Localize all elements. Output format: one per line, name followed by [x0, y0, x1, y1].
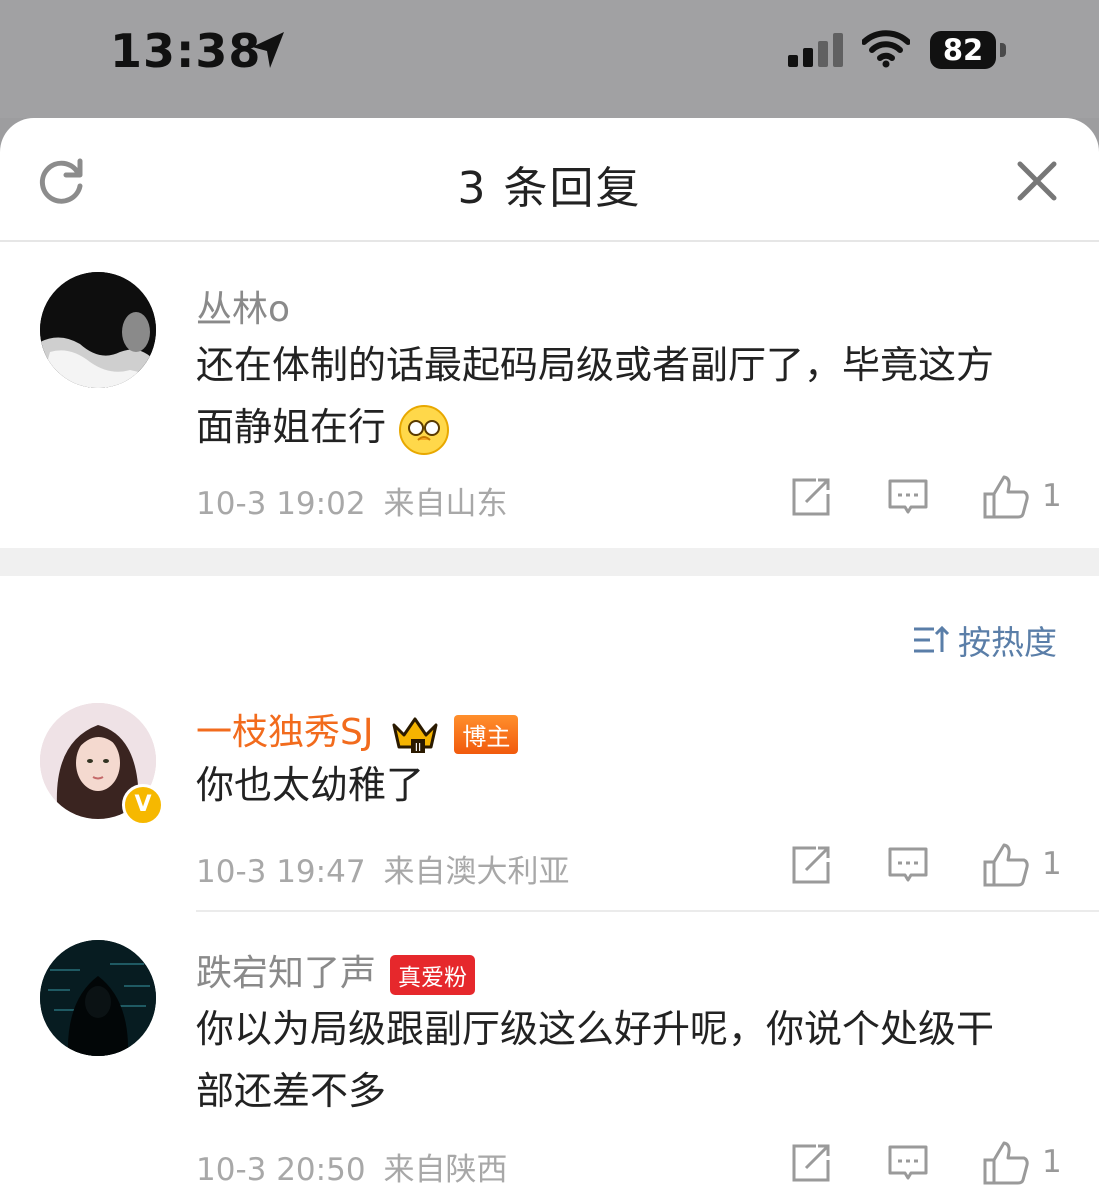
share-icon[interactable]: [790, 844, 832, 886]
reply-icon[interactable]: [887, 1142, 929, 1184]
crown-icon: II: [392, 717, 438, 754]
status-bar: 13:38 82: [0, 0, 1099, 118]
comment-text: 还在体制的话最起码局级或者副厅了，毕竟这方面静姐在行: [196, 334, 1029, 458]
comment-location: 来自陕西: [383, 1152, 508, 1188]
svg-text:II: II: [415, 741, 422, 754]
close-icon[interactable]: [1016, 160, 1058, 202]
sort-button[interactable]: 按热度: [912, 616, 1057, 664]
replies-sheet: 3 条回复 丛林o 还在体制的话最起码局级或者副厅了，毕竟这方面静姐在行 10-…: [0, 118, 1099, 1200]
comment-time: 10-3 19:47: [196, 854, 366, 890]
sort-label: 按热度: [958, 623, 1057, 662]
comment-text-body: 还在体制的话最起码局级或者副厅了，毕竟这方面静姐在行: [196, 343, 995, 449]
blogger-badge: 博主: [454, 714, 519, 754]
comment-location: 来自澳大利亚: [383, 854, 570, 890]
reply-divider: [196, 910, 1099, 912]
reply-icon[interactable]: [887, 844, 929, 886]
username[interactable]: 跌宕知了声 真爱粉: [196, 944, 476, 996]
wifi-icon: [862, 30, 910, 68]
pointing-hands-emoji-icon: [399, 404, 450, 455]
share-icon[interactable]: [790, 1142, 832, 1184]
location-arrow-icon: [252, 32, 284, 68]
battery-tip: [1000, 43, 1006, 57]
username[interactable]: 一枝独秀SJ II 博主: [196, 703, 519, 755]
status-time: 13:38: [110, 24, 262, 78]
comment-text: 你以为局级跟副厅级这么好升呢，你说个处级干部还差不多: [196, 1007, 995, 1113]
share-icon[interactable]: [790, 476, 832, 518]
root-comment: 丛林o 还在体制的话最起码局级或者副厅了，毕竟这方面静姐在行 10-3 19:0…: [0, 240, 1099, 548]
like-count: 1: [1042, 1144, 1062, 1180]
reply-meta-row: 10-3 20:50 来自陕西: [196, 1144, 508, 1189]
battery-indicator: 82: [930, 31, 996, 69]
like-count: 1: [1042, 846, 1062, 882]
comment-text: 你也太幼稚了: [196, 763, 425, 807]
comment-location: 来自山东: [383, 486, 508, 522]
like-count: 1: [1042, 478, 1062, 514]
username-text: 一枝独秀SJ: [196, 712, 374, 753]
sheet-title: 3 条回复: [457, 163, 642, 214]
avatar[interactable]: [40, 272, 156, 388]
like-icon[interactable]: [982, 1140, 1030, 1186]
verified-badge: V: [122, 784, 164, 826]
comment-time: 10-3 19:02: [196, 486, 366, 522]
like-icon[interactable]: [982, 474, 1030, 520]
sort-icon: [914, 625, 950, 653]
cellular-signal-icon: [788, 33, 843, 67]
username-text: 跌宕知了声: [196, 953, 377, 994]
like-icon[interactable]: [982, 842, 1030, 888]
reply-icon[interactable]: [887, 476, 929, 518]
avatar[interactable]: [40, 940, 156, 1056]
sheet-header: 3 条回复: [0, 118, 1099, 242]
username[interactable]: 丛林o: [196, 280, 290, 332]
fan-badge: 真爱粉: [390, 955, 476, 995]
comment-meta: 10-3 19:02 来自山东: [196, 478, 508, 523]
section-divider: [0, 548, 1099, 576]
comment-time: 10-3 20:50: [196, 1152, 366, 1188]
reply-meta-row: 10-3 19:47 来自澳大利亚: [196, 846, 570, 891]
